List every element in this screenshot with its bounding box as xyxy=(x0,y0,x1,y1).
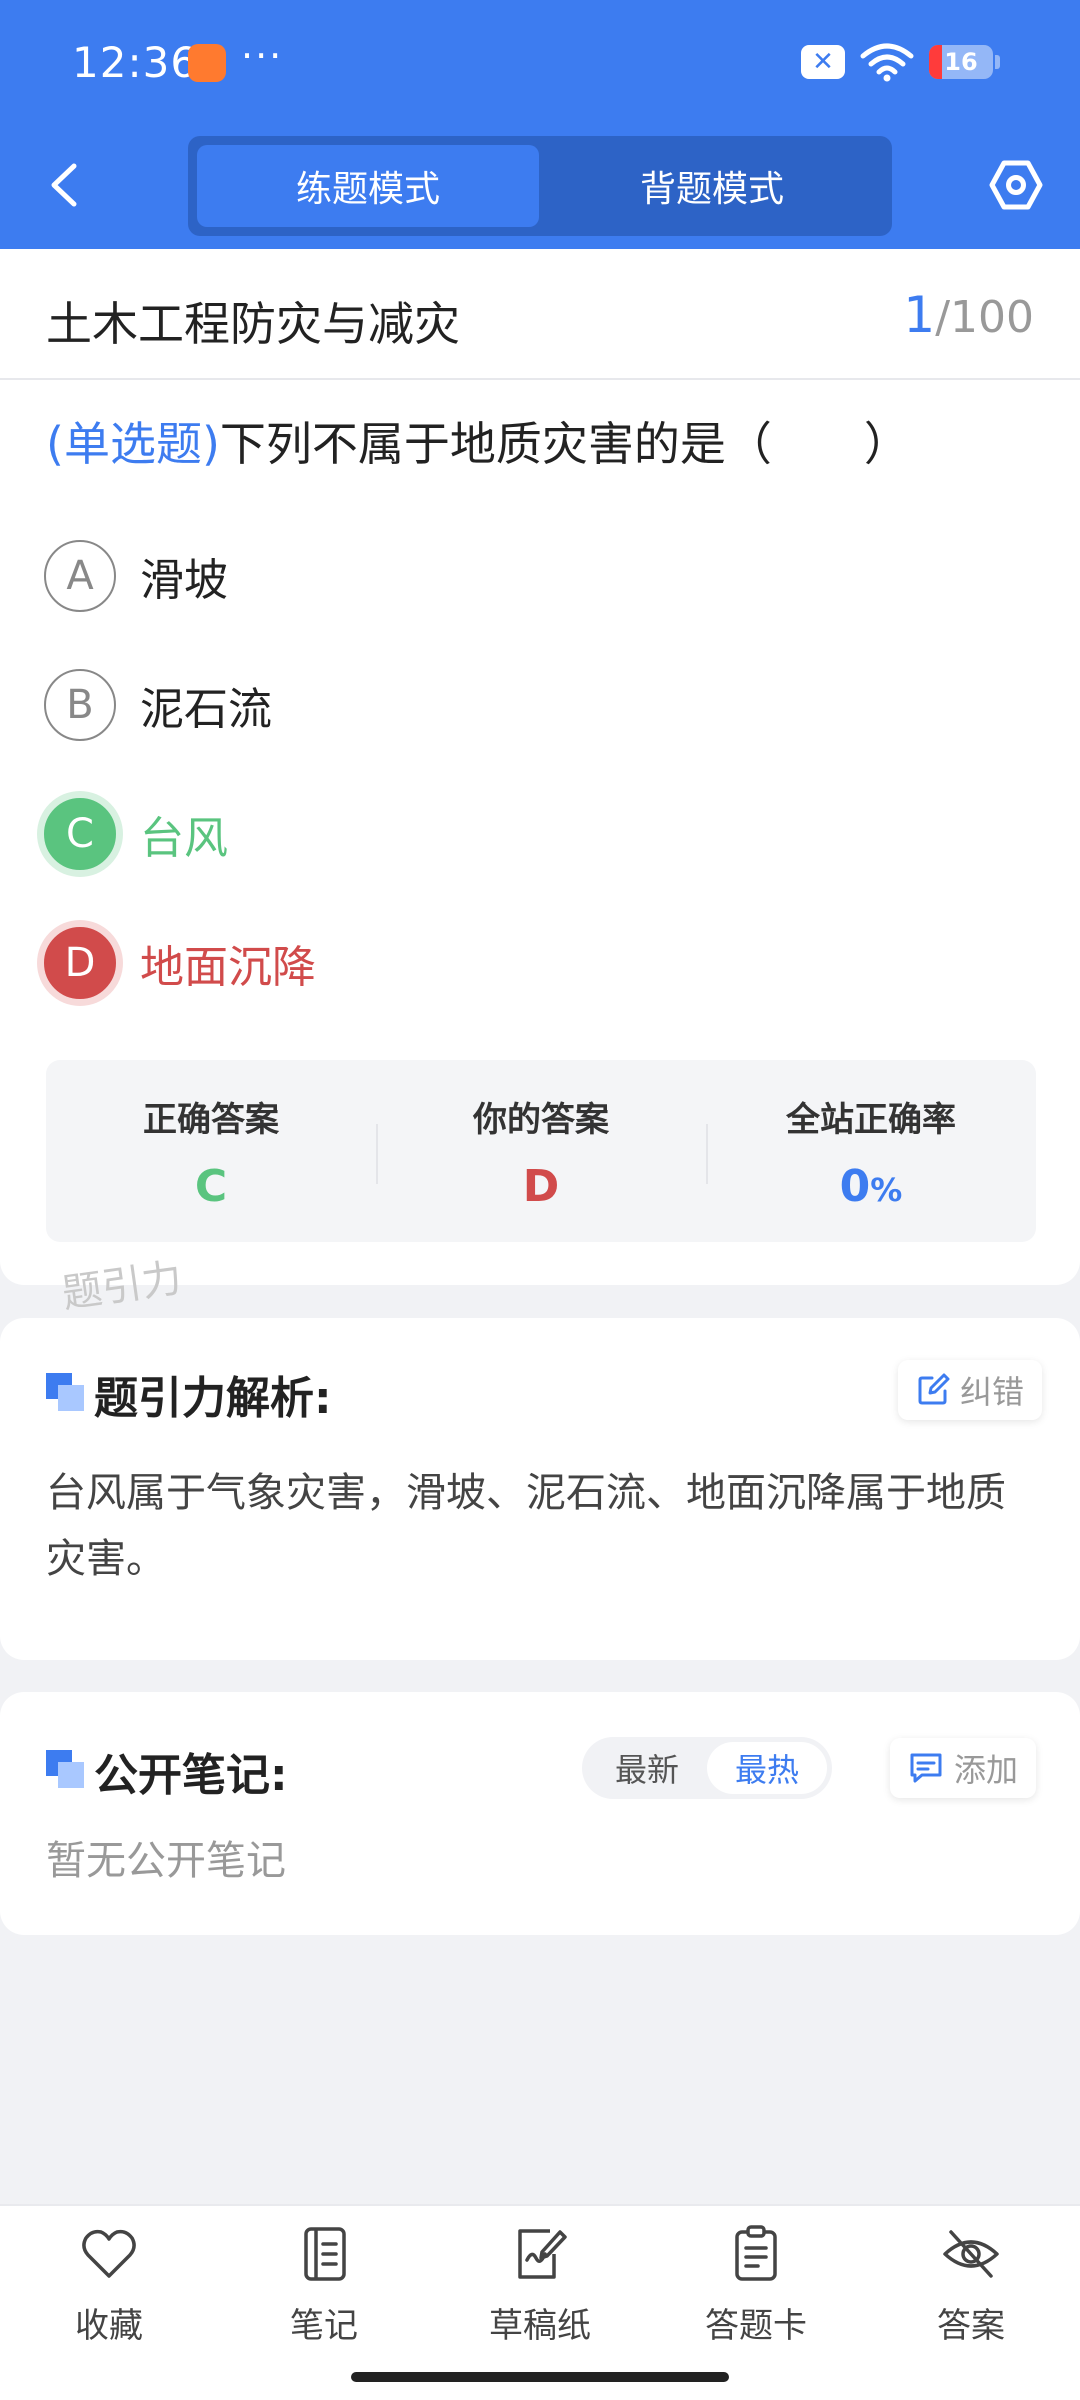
add-note-label: 添加 xyxy=(954,1751,1019,1789)
subject-title: 土木工程防灾与减灾 xyxy=(46,297,460,351)
tab-memorize-mode[interactable]: 背题模式 xyxy=(541,145,883,227)
answer-sheet-icon xyxy=(735,2225,777,2281)
option-letter: A xyxy=(44,540,116,612)
total-questions: /100 xyxy=(935,292,1034,343)
analysis-title: 题引力解析: xyxy=(94,1373,332,1424)
status-time: 12:36 xyxy=(72,38,199,87)
option-letter: D xyxy=(44,927,116,999)
mode-switch: 练题模式 背题模式 xyxy=(188,136,892,236)
battery-icon: 16 xyxy=(929,45,993,79)
battery-level: 16 xyxy=(944,48,978,76)
add-note-button[interactable]: 添加 xyxy=(890,1738,1037,1798)
nav-favorite[interactable]: 收藏 xyxy=(9,2224,209,2347)
status-icons: ✕ 16 xyxy=(801,42,1000,82)
nav-label: 收藏 xyxy=(75,2306,143,2346)
back-icon[interactable] xyxy=(44,160,84,210)
battery-tip xyxy=(995,55,1000,69)
option-text: 台风 xyxy=(140,813,228,864)
heart-icon xyxy=(82,2229,136,2278)
accuracy-unit: % xyxy=(870,1171,903,1209)
sort-hottest[interactable]: 最热 xyxy=(707,1742,827,1794)
option-letter: B xyxy=(44,669,116,741)
stat-label: 全站正确率 xyxy=(786,1100,956,1140)
current-question-number: 1 xyxy=(903,286,936,344)
option-text: 滑坡 xyxy=(140,555,228,606)
your-answer-stat: 你的答案 D xyxy=(376,1060,706,1242)
option-letter: C xyxy=(44,798,116,870)
report-error-label: 纠错 xyxy=(960,1373,1025,1411)
nav-label: 答题卡 xyxy=(705,2306,807,2346)
accuracy-number: 0 xyxy=(839,1161,871,1212)
draft-paper-icon xyxy=(518,2229,567,2279)
wifi-icon xyxy=(860,43,914,82)
nav-label: 答案 xyxy=(937,2306,1005,2346)
option-b[interactable]: B 泥石流 xyxy=(44,668,272,742)
question-type: (单选题) xyxy=(46,417,220,471)
empty-notes-text: 暂无公开笔记 xyxy=(46,1838,286,1884)
accuracy-stat: 全站正确率 0% xyxy=(706,1060,1036,1242)
eye-off-icon xyxy=(943,2230,999,2278)
report-error-button[interactable]: 纠错 xyxy=(898,1360,1043,1420)
edit-icon xyxy=(918,1373,950,1405)
section-icon xyxy=(46,1373,84,1411)
correct-answer-stat: 正确答案 C xyxy=(46,1060,376,1242)
notes-card xyxy=(0,1692,1080,1935)
notes-title: 公开笔记: xyxy=(94,1750,288,1801)
answer-stats: 正确答案 C 你的答案 D 全站正确率 0% xyxy=(46,1060,1036,1242)
analysis-text: 台风属于气象灾害，滑坡、泥石流、地面沉降属于地质灾害。 xyxy=(46,1470,1006,1582)
nav-answer[interactable]: 答案 xyxy=(871,2224,1071,2347)
notebook-icon xyxy=(304,2227,346,2281)
settings-icon[interactable] xyxy=(988,157,1044,213)
nav-answer-sheet[interactable]: 答题卡 xyxy=(656,2224,856,2347)
option-c[interactable]: C 台风 xyxy=(44,797,228,871)
tab-practice-mode[interactable]: 练题模式 xyxy=(197,145,539,227)
question-text: 下列不属于地质灾害的是（ ） xyxy=(219,417,910,471)
option-text: 泥石流 xyxy=(140,684,272,735)
stat-label: 你的答案 xyxy=(473,1100,609,1140)
accuracy-value: 0% xyxy=(840,1161,903,1212)
option-text: 地面沉降 xyxy=(140,942,316,993)
more-notifications-icon: ··· xyxy=(241,34,284,78)
no-sim-icon: ✕ xyxy=(801,45,845,79)
correct-answer-value: C xyxy=(194,1161,228,1212)
section-icon xyxy=(46,1750,84,1788)
nav-draft-paper[interactable]: 草稿纸 xyxy=(440,2224,640,2347)
comment-icon xyxy=(910,1753,942,1783)
home-indicator[interactable] xyxy=(351,2372,729,2382)
your-answer-value: D xyxy=(522,1161,560,1212)
sort-latest[interactable]: 最新 xyxy=(587,1742,707,1794)
question-stem: (单选题)下列不属于地质灾害的是（ ） xyxy=(46,408,910,474)
notes-sort-switch: 最新 最热 xyxy=(582,1737,832,1799)
nav-label: 笔记 xyxy=(290,2306,358,2346)
option-a[interactable]: A 滑坡 xyxy=(44,539,228,613)
question-counter: 1/100 xyxy=(903,286,1034,344)
nav-label: 草稿纸 xyxy=(489,2306,591,2346)
nav-notes[interactable]: 笔记 xyxy=(224,2224,424,2347)
option-d[interactable]: D 地面沉降 xyxy=(44,926,316,1000)
divider xyxy=(0,378,1080,380)
app-notification-icon xyxy=(188,44,226,82)
stat-label: 正确答案 xyxy=(143,1100,279,1140)
